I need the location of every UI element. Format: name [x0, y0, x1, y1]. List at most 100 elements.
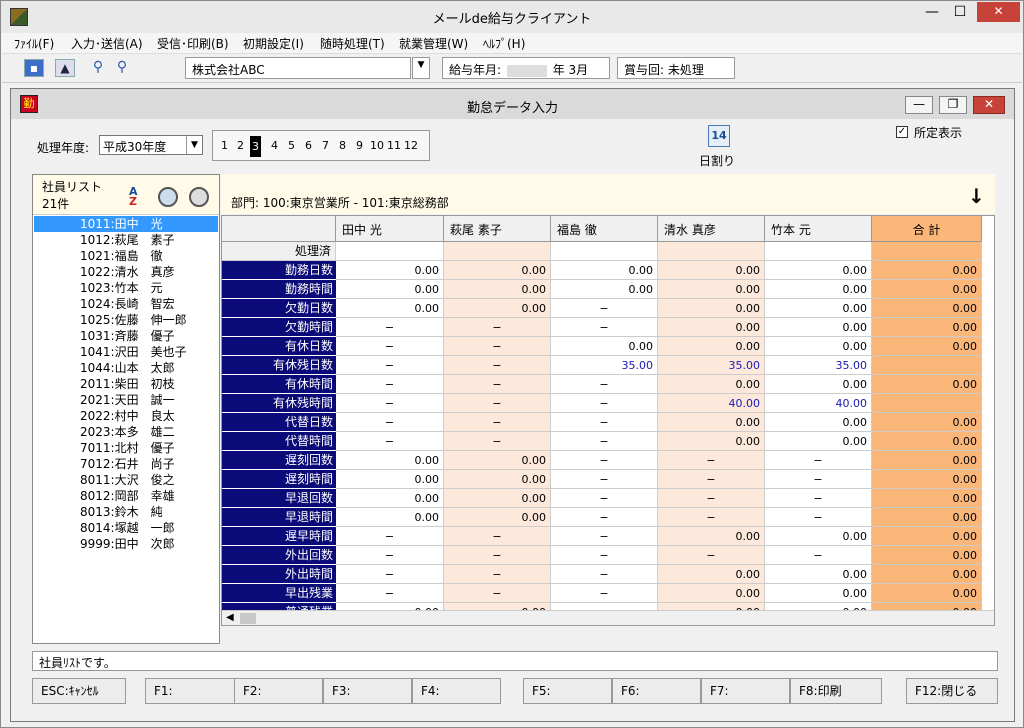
grid-cell[interactable]: 35.00 [765, 356, 872, 375]
grid-cell[interactable]: 35.00 [658, 356, 765, 375]
employee-list-item[interactable]: 1041:沢田 美也子 [34, 344, 218, 360]
grid-cell[interactable]: − [444, 413, 551, 432]
fiscal-year-select[interactable]: 平成30年度 ▼ [99, 135, 203, 155]
grid-cell[interactable]: 0.00 [765, 565, 872, 584]
month-9[interactable]: 9 [356, 139, 363, 152]
grid-cell[interactable] [872, 356, 982, 375]
f7-button[interactable]: F7: [701, 678, 790, 704]
grid-cell[interactable]: 0.00 [872, 451, 982, 470]
grid-cell[interactable]: 0.00 [872, 337, 982, 356]
f12-close-button[interactable]: F12:閉じる [906, 678, 998, 704]
grid-cell[interactable]: 0.00 [872, 489, 982, 508]
grid-cell[interactable]: 0.00 [444, 299, 551, 318]
grid-cell[interactable]: − [658, 451, 765, 470]
grid-cell[interactable]: − [658, 546, 765, 565]
grid-cell[interactable]: − [551, 565, 658, 584]
grid-cell[interactable]: 0.00 [872, 584, 982, 603]
grid-cell[interactable]: − [658, 470, 765, 489]
grid-cell[interactable]: − [551, 432, 658, 451]
restore-icon[interactable]: ❐ [939, 96, 967, 114]
menu-attendance[interactable]: 就業管理(W) [399, 35, 468, 52]
menu-receive[interactable]: 受信･印刷(B) [157, 35, 229, 52]
grid-cell[interactable]: 0.00 [872, 470, 982, 489]
esc-cancel-button[interactable]: ESC:ｷｬﾝｾﾙ [32, 678, 126, 704]
f1-button[interactable]: F1: [145, 678, 235, 704]
close-icon[interactable]: ✕ [977, 2, 1020, 22]
employee-list-item[interactable]: 2011:柴田 初枝 [34, 376, 218, 392]
grid-cell[interactable]: − [551, 527, 658, 546]
grid-cell[interactable]: − [551, 584, 658, 603]
grid-cell[interactable]: 0.00 [658, 299, 765, 318]
grid-cell[interactable]: 0.00 [444, 280, 551, 299]
month-4[interactable]: 4 [271, 139, 278, 152]
f8-print-button[interactable]: F8:印刷 [790, 678, 882, 704]
f2-button[interactable]: F2: [234, 678, 323, 704]
sort-az-icon[interactable]: AZ [129, 186, 147, 209]
employee-list-item[interactable]: 1012:萩尾 素子 [34, 232, 218, 248]
grid-cell[interactable]: 0.00 [872, 508, 982, 527]
grid-cell[interactable]: 0.00 [336, 280, 444, 299]
f6-button[interactable]: F6: [612, 678, 701, 704]
scroll-left-icon[interactable]: ◀ [226, 612, 234, 623]
grid-cell[interactable]: − [765, 489, 872, 508]
grid-cell[interactable]: − [658, 508, 765, 527]
month-2[interactable]: 2 [237, 139, 244, 152]
monitor-icon[interactable]: ▪ [24, 59, 44, 77]
grid-cell[interactable]: − [444, 375, 551, 394]
grid-cell[interactable]: 0.00 [658, 584, 765, 603]
grid-cell[interactable]: 0.00 [765, 261, 872, 280]
grid-cell[interactable]: 0.00 [765, 337, 872, 356]
grid-cell[interactable]: − [551, 299, 658, 318]
minimize-icon[interactable]: — [905, 96, 933, 114]
grid-cell[interactable]: 0.00 [872, 527, 982, 546]
grid-cell[interactable]: 0.00 [765, 299, 872, 318]
month-7[interactable]: 7 [322, 139, 329, 152]
image-icon[interactable]: ▲ [55, 59, 75, 77]
month-3-selected[interactable]: 3 [250, 136, 261, 157]
grid-cell[interactable]: 0.00 [765, 375, 872, 394]
grid-cell[interactable]: − [336, 356, 444, 375]
grid-cell[interactable]: 0.00 [336, 470, 444, 489]
menu-file[interactable]: ﾌｧｲﾙ(F) [14, 35, 54, 52]
menu-help[interactable]: ﾍﾙﾌﾟ(H) [483, 35, 525, 52]
employee-list-item[interactable]: 1025:佐藤 伸一郎 [34, 312, 218, 328]
grid-cell[interactable]: 0.00 [336, 508, 444, 527]
employee-list-item[interactable]: 8011:大沢 俊之 [34, 472, 218, 488]
grid-cell[interactable]: − [765, 451, 872, 470]
grid-cell[interactable]: − [551, 470, 658, 489]
grid-cell[interactable]: − [444, 584, 551, 603]
grid-cell[interactable]: 0.00 [765, 527, 872, 546]
minimize-icon[interactable]: — [918, 3, 946, 23]
zoom-out-icon[interactable]: ⚲ [112, 59, 132, 77]
column-header[interactable]: 田中 光 [336, 216, 444, 242]
month-1[interactable]: 1 [221, 139, 228, 152]
grid-cell[interactable] [872, 394, 982, 413]
grid-cell[interactable]: 0.00 [551, 261, 658, 280]
scheduled-checkbox[interactable]: ✓ [896, 126, 908, 138]
grid-cell[interactable]: 0.00 [872, 432, 982, 451]
grid-cell[interactable]: − [336, 565, 444, 584]
search-clear-icon[interactable] [189, 187, 209, 207]
grid-cell[interactable]: 0.00 [336, 299, 444, 318]
grid-cell[interactable]: 0.00 [765, 318, 872, 337]
grid-cell[interactable]: − [765, 546, 872, 565]
grid-cell[interactable]: 40.00 [658, 394, 765, 413]
grid-cell[interactable]: − [551, 375, 658, 394]
column-header[interactable]: 清水 真彦 [658, 216, 765, 242]
grid-cell[interactable]: − [444, 337, 551, 356]
f5-button[interactable]: F5: [523, 678, 612, 704]
grid-cell[interactable]: − [336, 413, 444, 432]
horizontal-scrollbar[interactable]: ◀ ▶ [222, 610, 994, 625]
month-11[interactable]: 11 [387, 139, 401, 152]
grid-cell[interactable]: − [551, 508, 658, 527]
grid-cell[interactable]: 0.00 [658, 280, 765, 299]
month-5[interactable]: 5 [288, 139, 295, 152]
grid-cell[interactable]: − [444, 432, 551, 451]
grid-cell[interactable]: − [765, 508, 872, 527]
grid-cell[interactable]: 0.00 [658, 565, 765, 584]
grid-cell[interactable]: − [444, 318, 551, 337]
grid-cell[interactable]: − [444, 565, 551, 584]
grid-cell[interactable]: 0.00 [658, 318, 765, 337]
grid-cell[interactable]: 0.00 [336, 451, 444, 470]
employee-list-item[interactable]: 1023:竹本 元 [34, 280, 218, 296]
